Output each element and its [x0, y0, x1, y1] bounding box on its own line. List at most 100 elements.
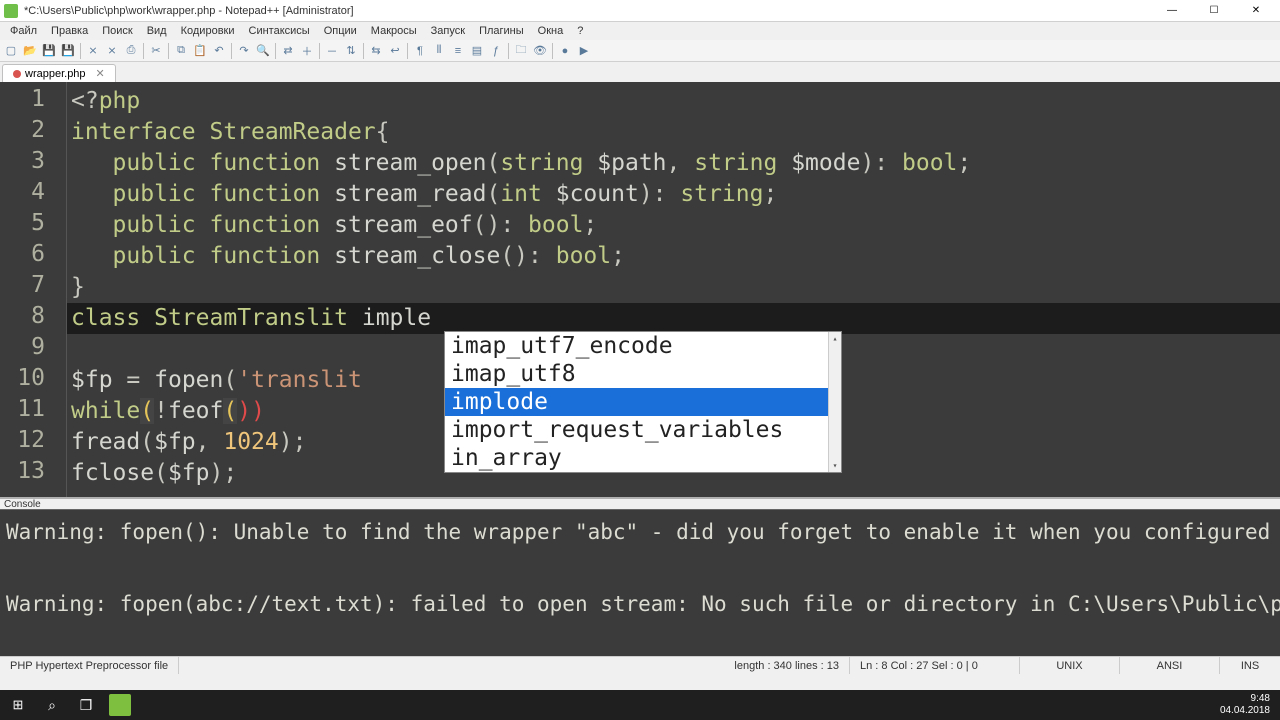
code-line[interactable]: interface StreamReader{ — [67, 117, 1280, 148]
code-line[interactable]: class StreamTranslit imple — [67, 303, 1280, 334]
menu-файл[interactable]: Файл — [4, 24, 43, 38]
close-button[interactable]: ✕ — [1236, 1, 1276, 21]
close-all-icon[interactable]: ⨯ — [103, 42, 121, 60]
line-number: 7 — [0, 272, 55, 303]
find-icon[interactable]: 🔍 — [254, 42, 272, 60]
autocomplete-item[interactable]: imap_utf7_encode — [445, 332, 841, 360]
status-eol: UNIX — [1020, 657, 1120, 674]
line-number: 12 — [0, 427, 55, 458]
line-number: 1 — [0, 86, 55, 117]
menu-правка[interactable]: Правка — [45, 24, 94, 38]
status-position: Ln : 8 Col : 27 Sel : 0 | 0 — [850, 657, 1020, 674]
status-length: length : 340 lines : 13 — [724, 657, 850, 674]
line-number: 6 — [0, 241, 55, 272]
taskbar-app-notepadpp[interactable] — [106, 692, 134, 718]
line-number: 10 — [0, 365, 55, 396]
line-number: 11 — [0, 396, 55, 427]
copy-icon[interactable]: ⧉ — [172, 42, 190, 60]
menu-синтаксисы[interactable]: Синтаксисы — [243, 24, 316, 38]
code-line[interactable]: } — [67, 272, 1280, 303]
all-chars-icon[interactable]: ¶ — [411, 42, 429, 60]
tab-bar: wrapper.php ✕ — [0, 62, 1280, 82]
autocomplete-item[interactable]: import_request_variables — [445, 416, 841, 444]
scroll-up-icon[interactable]: ▴ — [829, 332, 841, 345]
indent-guide-icon[interactable]: ⦀ — [430, 42, 448, 60]
tab-label: wrapper.php — [25, 68, 86, 80]
toolbar: ▢📂💾💾⨯⨯⎙✂⧉📋↶↷🔍⇄＋－⇅⇆↩¶⦀≡▤ƒ🗀👁●▶ — [0, 40, 1280, 62]
record-icon[interactable]: ● — [556, 42, 574, 60]
wrap-icon[interactable]: ↩ — [386, 42, 404, 60]
status-filetype: PHP Hypertext Preprocessor file — [0, 657, 179, 674]
lang-icon[interactable]: ≡ — [449, 42, 467, 60]
autocomplete-scrollbar[interactable]: ▴ ▾ — [828, 332, 841, 472]
code-line[interactable]: public function stream_eof(): bool; — [67, 210, 1280, 241]
menu-поиск[interactable]: Поиск — [96, 24, 138, 38]
zoom-out-icon[interactable]: － — [323, 42, 341, 60]
title-bar: *C:\Users\Public\php\work\wrapper.php - … — [0, 0, 1280, 22]
tab-close-icon[interactable]: ✕ — [96, 67, 105, 80]
maximize-button[interactable]: ☐ — [1194, 1, 1234, 21]
line-number: 8 — [0, 303, 55, 334]
line-gutter: 12345678910111213 — [0, 82, 55, 497]
new-file-icon[interactable]: ▢ — [2, 42, 20, 60]
scroll-down-icon[interactable]: ▾ — [829, 459, 841, 472]
status-mode: INS — [1220, 657, 1280, 674]
code-line[interactable]: public function stream_read(int $count):… — [67, 179, 1280, 210]
sync-h-icon[interactable]: ⇆ — [367, 42, 385, 60]
line-number: 2 — [0, 117, 55, 148]
fold-column — [55, 82, 67, 497]
menu-запуск[interactable]: Запуск — [425, 24, 471, 38]
start-button[interactable]: ⊞ — [4, 692, 32, 718]
menu-bar: ФайлПравкаПоискВидКодировкиСинтаксисыОпц… — [0, 22, 1280, 40]
status-bar: PHP Hypertext Preprocessor file length :… — [0, 656, 1280, 674]
minimize-button[interactable]: — — [1152, 1, 1192, 21]
editor[interactable]: 12345678910111213 <?phpinterface StreamR… — [0, 82, 1280, 497]
modified-dot-icon — [13, 70, 21, 78]
code-line[interactable]: public function stream_close(): bool; — [67, 241, 1280, 272]
autocomplete-item[interactable]: imap_utf8 — [445, 360, 841, 388]
monitor-icon[interactable]: 👁 — [531, 42, 549, 60]
func-list-icon[interactable]: ƒ — [487, 42, 505, 60]
zoom-in-icon[interactable]: ＋ — [298, 42, 316, 60]
redo-icon[interactable]: ↷ — [235, 42, 253, 60]
menu-опции[interactable]: Опции — [318, 24, 363, 38]
menu-вид[interactable]: Вид — [141, 24, 173, 38]
paste-icon[interactable]: 📋 — [191, 42, 209, 60]
console-output[interactable]: Warning: fopen(): Unable to find the wra… — [0, 509, 1280, 656]
close-icon[interactable]: ⨯ — [84, 42, 102, 60]
menu-кодировки[interactable]: Кодировки — [175, 24, 241, 38]
line-number: 4 — [0, 179, 55, 210]
menu-плагины[interactable]: Плагины — [473, 24, 530, 38]
doc-map-icon[interactable]: ▤ — [468, 42, 486, 60]
save-icon[interactable]: 💾 — [40, 42, 58, 60]
replace-icon[interactable]: ⇄ — [279, 42, 297, 60]
code-area[interactable]: <?phpinterface StreamReader{ public func… — [67, 82, 1280, 497]
sync-v-icon[interactable]: ⇅ — [342, 42, 360, 60]
line-number: 5 — [0, 210, 55, 241]
task-view-icon[interactable]: ❐ — [72, 692, 100, 718]
print-icon[interactable]: ⎙ — [122, 42, 140, 60]
autocomplete-popup[interactable]: imap_utf7_encodeimap_utf8implodeimport_r… — [444, 331, 842, 473]
folder-icon[interactable]: 🗀 — [512, 42, 530, 60]
app-icon — [4, 4, 18, 18]
cut-icon[interactable]: ✂ — [147, 42, 165, 60]
autocomplete-item[interactable]: implode — [445, 388, 841, 416]
play-icon[interactable]: ▶ — [575, 42, 593, 60]
line-number: 3 — [0, 148, 55, 179]
search-icon[interactable]: ⌕ — [38, 692, 66, 718]
tab-wrapper-php[interactable]: wrapper.php ✕ — [2, 64, 116, 82]
menu-окна[interactable]: Окна — [532, 24, 570, 38]
undo-icon[interactable]: ↶ — [210, 42, 228, 60]
tray-clock[interactable]: 9:48 04.04.2018 — [1220, 693, 1276, 717]
open-file-icon[interactable]: 📂 — [21, 42, 39, 60]
code-line[interactable]: <?php — [67, 86, 1280, 117]
menu-макросы[interactable]: Макросы — [365, 24, 423, 38]
taskbar: ⊞ ⌕ ❐ 9:48 04.04.2018 — [0, 690, 1280, 720]
autocomplete-item[interactable]: in_array — [445, 444, 841, 472]
menu-?[interactable]: ? — [571, 24, 589, 38]
status-encoding: ANSI — [1120, 657, 1220, 674]
save-all-icon[interactable]: 💾 — [59, 42, 77, 60]
code-line[interactable]: public function stream_open(string $path… — [67, 148, 1280, 179]
console-label: Console — [0, 497, 1280, 509]
line-number: 13 — [0, 458, 55, 489]
